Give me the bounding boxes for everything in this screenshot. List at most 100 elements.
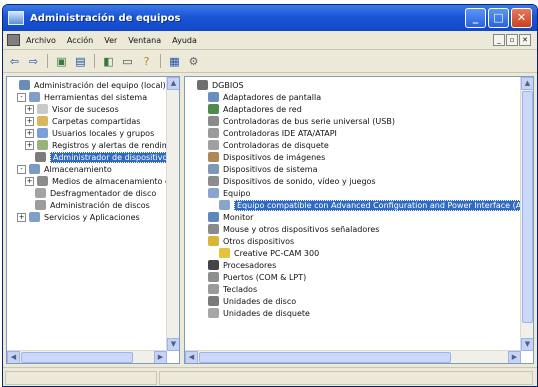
console-tree-label: Servicios y Aplicaciones [44, 212, 140, 222]
scroll-down-button[interactable]: ▼ [521, 338, 533, 351]
expand-icon[interactable]: + [25, 140, 34, 150]
expand-icon[interactable]: + [25, 176, 34, 186]
scroll-left-button[interactable]: ◀ [185, 351, 198, 363]
console-tree-item[interactable]: + Registros y alertas de rendimiento [9, 139, 179, 151]
console-tree-item[interactable]: + Servicios y Aplicaciones [9, 211, 167, 223]
right-vertical-scrollbar[interactable]: ▲ ▼ [520, 77, 533, 351]
device-tree-pane[interactable]: DGBIOS Adaptadores de pantalla Adaptadores… [184, 76, 534, 364]
child-restore-button[interactable]: ▫ [506, 34, 518, 46]
left-scroll-thumb[interactable] [21, 352, 133, 363]
console-tree-item[interactable]: + Visor de sucesos [9, 103, 167, 115]
device-tree-item[interactable]: Adaptadores de red [187, 103, 521, 115]
menu-bar: Archivo Acción Ver Ventana Ayuda _ ▫ ✕ [3, 31, 537, 50]
device-icon [219, 248, 230, 258]
scroll-right-button[interactable]: ▶ [508, 351, 521, 363]
device-tree-item[interactable]: Equipo compatible con Advanced Configura… [187, 199, 533, 211]
left-vertical-scrollbar[interactable]: ▲ ▼ [166, 77, 179, 351]
title-bar[interactable]: Administración de equipos _ □ ✕ [3, 5, 537, 31]
console-tree-label: Usuarios locales y grupos [52, 128, 155, 138]
console-tree-item[interactable]: + Usuarios locales y grupos [9, 127, 167, 139]
device-tree-label: Controladoras de bus serie universal (US… [223, 116, 395, 126]
status-cell [159, 371, 533, 385]
scan-hardware-icon[interactable]: ⚙ [186, 54, 201, 68]
device-tree-item[interactable]: Mouse y otros dispositivos señaladores [187, 223, 521, 235]
expand-icon[interactable]: + [25, 128, 34, 138]
child-close-button[interactable]: ✕ [519, 34, 531, 46]
device-tree-item[interactable]: Unidades de disquete [187, 307, 521, 319]
device-tree-item[interactable]: Equipo [187, 187, 521, 199]
console-tree-item[interactable]: + Carpetas compartidas [9, 115, 167, 127]
device-tree-label: Controladoras IDE ATA/ATAPI [223, 128, 337, 138]
device-tree-item[interactable]: Controladoras de bus serie universal (US… [187, 115, 521, 127]
toolbar-separator [47, 54, 48, 68]
expand-icon[interactable]: + [25, 104, 34, 114]
collapse-icon[interactable]: - [17, 164, 26, 174]
export-list-icon[interactable]: ◧ [101, 54, 116, 68]
right-scroll-thumb[interactable] [522, 91, 533, 323]
device-tree-label: Equipo [223, 188, 251, 198]
child-minimize-button[interactable]: _ [493, 34, 505, 46]
console-icon[interactable] [7, 34, 20, 46]
device-tree-label: Puertos (COM & LPT) [223, 272, 307, 282]
console-tree-item[interactable]: Administración del equipo (local) [9, 79, 167, 91]
menu-accion[interactable]: Acción [67, 36, 93, 45]
minimize-button[interactable]: _ [465, 8, 486, 28]
back-arrow-icon[interactable]: ⇦ [7, 54, 22, 68]
up-folder-icon[interactable]: ▣ [54, 54, 69, 68]
console-tree-item[interactable]: - Herramientas del sistema [9, 91, 167, 103]
device-tree-item[interactable]: Creative PC-CAM 300 [187, 247, 521, 259]
menu-ayuda[interactable]: Ayuda [172, 36, 197, 45]
device-tree-item[interactable]: Teclados [187, 283, 521, 295]
left-horizontal-scrollbar[interactable]: ◀ ▶ [7, 350, 167, 363]
scroll-left-button[interactable]: ◀ [7, 351, 20, 363]
console-tree-item[interactable]: + Medios de almacenamiento extraíbles [9, 175, 179, 187]
menu-archivo[interactable]: Archivo [26, 36, 56, 45]
menu-ver[interactable]: Ver [104, 36, 117, 45]
device-tree-item[interactable]: DGBIOS [187, 79, 521, 91]
expand-icon[interactable]: + [17, 212, 26, 222]
device-tree-item[interactable]: Unidades de disco [187, 295, 521, 307]
device-tree-item[interactable]: Controladoras IDE ATA/ATAPI [187, 127, 521, 139]
console-tree-item[interactable]: Desfragmentador de disco [9, 187, 167, 199]
show-hide-tree-icon[interactable]: ▤ [73, 54, 88, 68]
device-tree-item[interactable]: Procesadores [187, 259, 521, 271]
close-button[interactable]: ✕ [511, 8, 532, 28]
device-tree-item[interactable]: Otros dispositivos [187, 235, 521, 247]
right-horizontal-scrollbar[interactable]: ◀ ▶ [185, 350, 521, 363]
help-icon[interactable]: ? [139, 54, 154, 68]
console-tree-label: Herramientas del sistema [44, 92, 148, 102]
device-icon [37, 128, 48, 138]
device-tree-label: Mouse y otros dispositivos señaladores [223, 224, 380, 234]
device-tree-label: Adaptadores de pantalla [223, 92, 322, 102]
device-icon [37, 140, 48, 150]
device-tree-label: Teclados [223, 284, 258, 294]
device-tree-item[interactable]: Puertos (COM & LPT) [187, 271, 521, 283]
device-icon [208, 128, 219, 138]
device-tree-item[interactable]: Adaptadores de pantalla [187, 91, 521, 103]
scroll-right-button[interactable]: ▶ [154, 351, 167, 363]
device-tree-item[interactable]: Monitor [187, 211, 521, 223]
device-icon [208, 260, 219, 270]
scroll-down-button[interactable]: ▼ [167, 338, 179, 351]
console-tree-pane[interactable]: Administración del equipo (local) - Herram… [6, 76, 180, 364]
device-icon [208, 188, 219, 198]
collapse-icon[interactable]: - [17, 92, 26, 102]
menu-ventana[interactable]: Ventana [128, 36, 161, 45]
device-tree-item[interactable]: Dispositivos de sistema [187, 163, 521, 175]
right-scroll-thumb-h[interactable] [199, 352, 451, 363]
device-tree-item[interactable]: Dispositivos de imágenes [187, 151, 521, 163]
expand-icon[interactable]: + [25, 116, 34, 126]
print-icon[interactable]: ▭ [120, 54, 135, 68]
properties-icon[interactable]: ▦ [167, 54, 182, 68]
scroll-up-button[interactable]: ▲ [521, 77, 533, 90]
console-tree-item[interactable]: - Almacenamiento [9, 163, 167, 175]
console-tree-item[interactable]: Administrador de dispositivos [9, 151, 175, 163]
console-tree-label: Administración del equipo (local) [34, 80, 166, 90]
forward-arrow-icon[interactable]: ⇨ [26, 54, 41, 68]
maximize-button[interactable]: □ [488, 8, 509, 28]
scroll-up-button[interactable]: ▲ [167, 77, 179, 90]
console-tree-item[interactable]: Administración de discos [9, 199, 167, 211]
toolbar: ⇦ ⇨ ▣ ▤ ◧ ▭ ? ▦ ⚙ [3, 50, 537, 73]
device-tree-item[interactable]: Controladoras de disquete [187, 139, 521, 151]
device-tree-item[interactable]: Dispositivos de sonido, vídeo y juegos [187, 175, 521, 187]
